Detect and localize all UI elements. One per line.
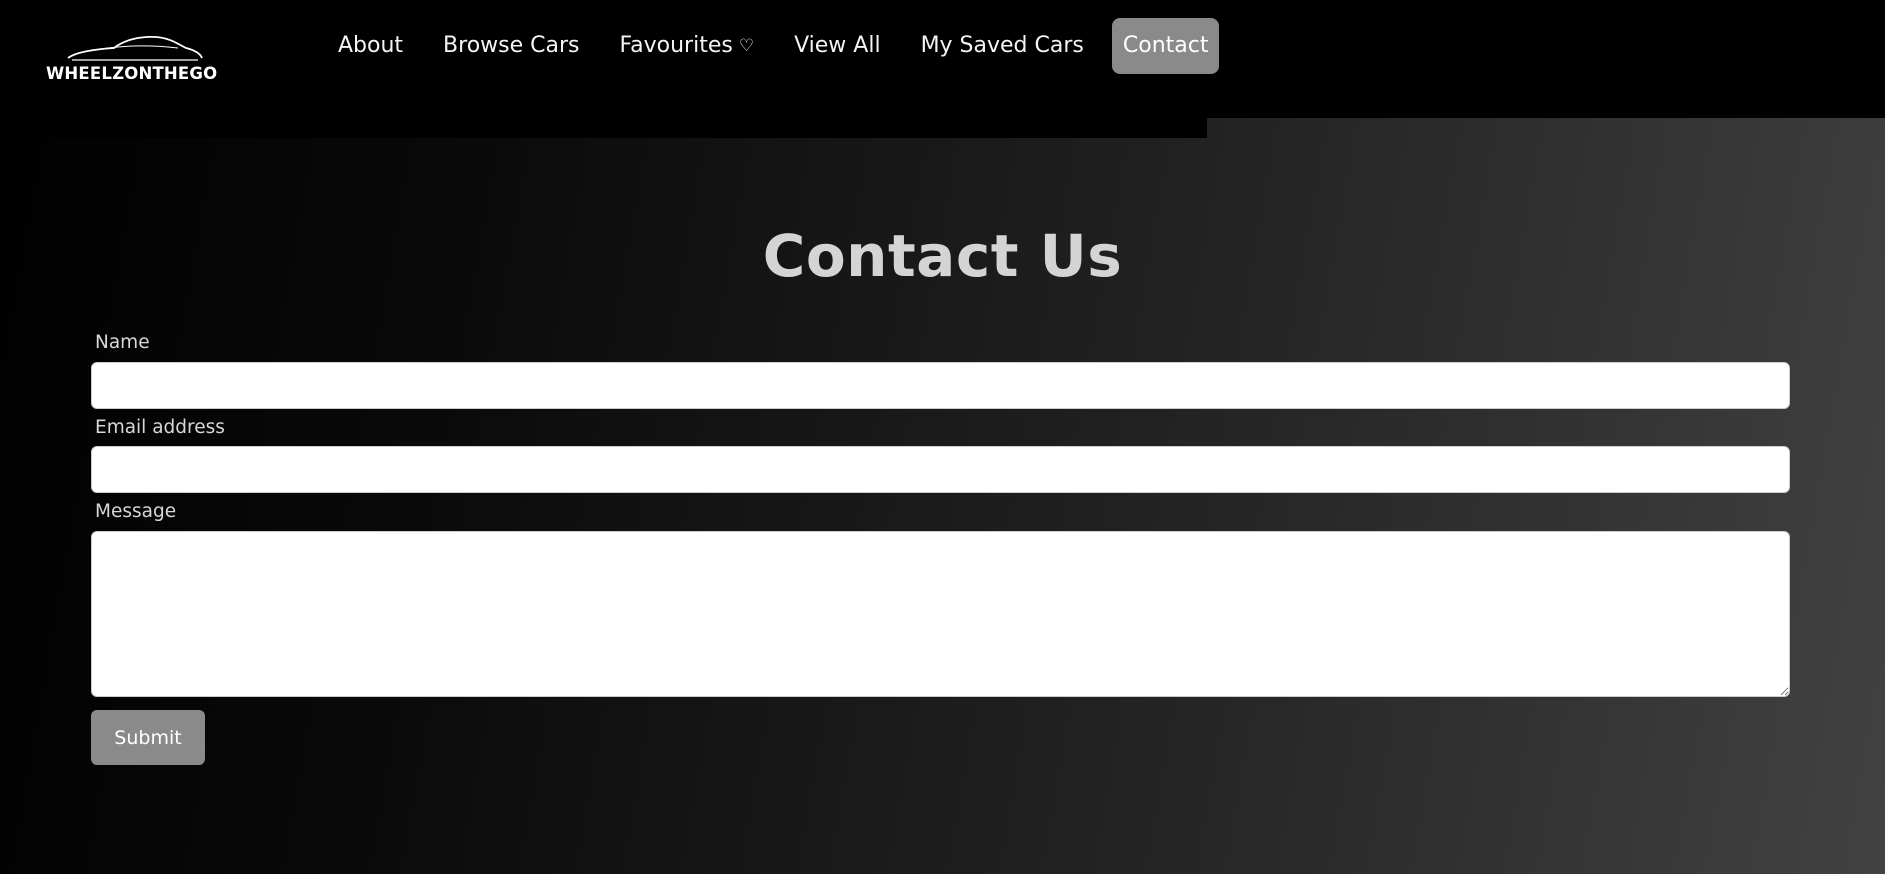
nav-item-contact[interactable]: Contact bbox=[1111, 18, 1220, 74]
nav-item-about[interactable]: About bbox=[326, 18, 415, 74]
nav-item-favourites[interactable]: Favourites ♡ bbox=[608, 18, 767, 74]
name-label: Name bbox=[95, 332, 150, 353]
brand-name: WHEELZONTHEGO bbox=[46, 64, 218, 83]
navbar: WHEELZONTHEGO About Browse Cars Favourit… bbox=[0, 0, 1220, 138]
nav-item-label: About bbox=[338, 33, 404, 58]
message-textarea[interactable] bbox=[91, 531, 1790, 697]
nav-links: About Browse Cars Favourites ♡ View All … bbox=[326, 18, 1235, 74]
nav-item-label: Contact bbox=[1122, 33, 1209, 58]
heart-icon: ♡ bbox=[738, 36, 755, 56]
nav-item-my-saved-cars[interactable]: My Saved Cars bbox=[909, 18, 1096, 74]
name-input[interactable] bbox=[91, 362, 1790, 409]
submit-button[interactable]: Submit bbox=[91, 710, 205, 765]
nav-item-label: Favourites bbox=[619, 33, 733, 58]
nav-item-label: View All bbox=[794, 33, 881, 58]
page-title: Contact Us bbox=[762, 222, 1123, 290]
nav-item-view-all[interactable]: View All bbox=[782, 18, 892, 74]
nav-item-label: My Saved Cars bbox=[920, 33, 1084, 58]
header-background bbox=[1206, 0, 1885, 118]
email-input[interactable] bbox=[91, 446, 1790, 493]
message-label: Message bbox=[95, 501, 177, 522]
nav-item-browse-cars[interactable]: Browse Cars bbox=[431, 18, 591, 74]
nav-item-label: Browse Cars bbox=[443, 33, 580, 58]
car-silhouette-icon bbox=[67, 35, 203, 61]
brand-logo[interactable]: WHEELZONTHEGO bbox=[46, 34, 222, 84]
email-label: Email address bbox=[95, 417, 225, 438]
